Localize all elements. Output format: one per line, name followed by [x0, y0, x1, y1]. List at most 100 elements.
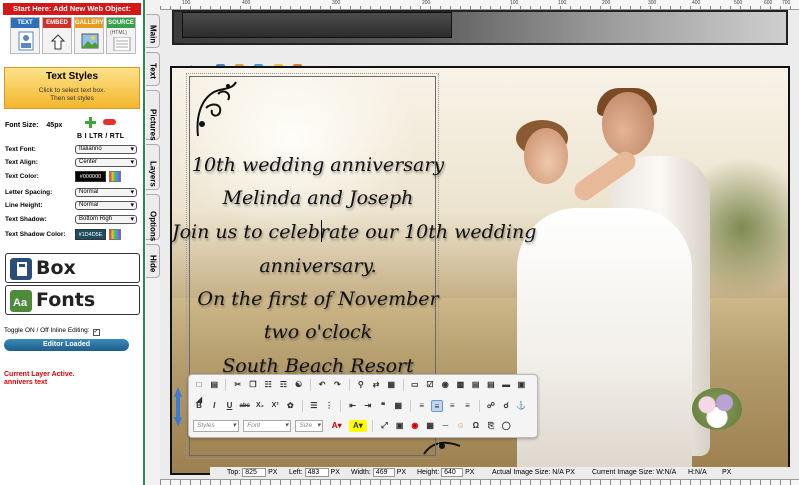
form-icon[interactable]: ▭ [409, 379, 421, 391]
underline-button[interactable]: U [223, 400, 235, 412]
previous-page-preview[interactable] [172, 10, 788, 45]
left-input[interactable]: 483 [304, 467, 329, 477]
toolbar-separator [409, 400, 411, 412]
source-html-caption: (HTML) [110, 30, 127, 36]
text-color-icon[interactable]: A▾ [328, 420, 346, 432]
table-icon[interactable]: ▦ [424, 420, 436, 432]
page-break-icon[interactable]: ⎘ [485, 420, 497, 432]
text-shadow-label: Text Shadow: [5, 216, 47, 223]
paste-icon[interactable]: ☷ [262, 379, 274, 391]
design-canvas: 100 400 300 200 100 100 200 300 400 500 … [160, 0, 799, 485]
source-icon[interactable]: □ [193, 379, 205, 391]
link-icon[interactable]: ☍ [485, 400, 497, 412]
textfield-icon[interactable]: ▩ [454, 379, 466, 391]
invitation-line[interactable]: two o'clock [172, 321, 464, 343]
box-button[interactable]: Box [5, 253, 140, 283]
redo-icon[interactable]: ↷ [331, 379, 343, 391]
outdent-icon[interactable]: ⇤ [347, 400, 359, 412]
numbered-list-icon[interactable]: ☰ [308, 400, 320, 412]
text-caret [321, 220, 322, 242]
find-icon[interactable]: ⚲ [355, 379, 367, 391]
italic-button[interactable]: I [208, 400, 220, 412]
size-combo[interactable]: Size [295, 420, 324, 432]
align-left-icon[interactable]: ≡ [416, 400, 428, 412]
smiley-icon[interactable]: ☺ [455, 420, 467, 432]
horizontal-rule-icon[interactable]: ─ [439, 420, 451, 432]
add-embed-button[interactable]: EMBED [42, 17, 72, 54]
add-text-button[interactable]: TEXT [10, 17, 40, 54]
background-color-icon[interactable]: A▾ [348, 420, 367, 432]
indent-icon[interactable]: ⇥ [362, 400, 374, 412]
tab-options[interactable]: Options [146, 194, 160, 241]
line-height-select[interactable]: Normal [75, 201, 137, 210]
strike-button[interactable]: abc [239, 400, 251, 412]
invitation-line[interactable]: anniversary. [172, 255, 464, 277]
special-char-icon[interactable]: Ω [470, 420, 482, 432]
iframe-icon[interactable]: ◯ [500, 420, 512, 432]
textarea-icon[interactable]: ▤ [470, 379, 482, 391]
text-color-palette-icon[interactable] [109, 171, 121, 182]
shadow-color-palette-icon[interactable] [109, 229, 121, 240]
bullet-list-icon[interactable]: ⋮ [323, 400, 335, 412]
font-combo[interactable]: Font [243, 420, 292, 432]
unlink-icon[interactable]: ☌ [500, 400, 512, 412]
maximize-icon[interactable]: ⤢ [378, 420, 390, 432]
styles-combo[interactable]: Styles [193, 420, 239, 432]
top-input[interactable]: 825 [242, 467, 267, 477]
paste-text-icon[interactable]: ☶ [277, 379, 289, 391]
text-align-select[interactable]: Center [75, 158, 137, 167]
increase-font-size-icon[interactable] [85, 117, 96, 128]
font-size-value: 45px [46, 122, 63, 129]
invitation-line[interactable]: On the first of November [172, 288, 464, 310]
copy-icon[interactable]: ❐ [247, 379, 259, 391]
inline-editing-checkbox[interactable]: ✓ [92, 329, 100, 336]
remove-format-icon[interactable]: ✿ [284, 400, 296, 412]
anchor-icon[interactable]: ⚓ [515, 400, 527, 412]
blockquote-icon[interactable]: ❝ [377, 400, 389, 412]
invitation-line[interactable]: 10th wedding anniversary [172, 154, 464, 176]
align-center-icon[interactable]: ≡ [430, 400, 443, 412]
tab-main[interactable]: Main [146, 14, 160, 48]
image-icon[interactable]: ▣ [394, 420, 406, 432]
fonts-button[interactable]: Aa Fonts [5, 285, 140, 315]
width-input[interactable]: 469 [372, 467, 395, 477]
replace-icon[interactable]: ⇄ [370, 379, 382, 391]
button-field-icon[interactable]: ▬ [500, 379, 512, 391]
text-shadow-select[interactable]: Bottom Righ [75, 215, 137, 224]
invitation-line[interactable]: Join us to celebrate our 10th wedding [172, 221, 536, 243]
save-icon[interactable]: ▤ [208, 379, 220, 391]
layer-nudge-arrows-icon[interactable] [172, 385, 184, 429]
top-label: Top: [227, 469, 241, 476]
image-button-icon[interactable]: ▣ [515, 379, 527, 391]
tab-pictures[interactable]: Pictures [146, 90, 160, 141]
decrease-font-size-icon[interactable] [103, 119, 116, 125]
cut-icon[interactable]: ✂ [232, 379, 244, 391]
checkbox-icon[interactable]: ☑ [424, 379, 436, 391]
align-justify-icon[interactable]: ≡ [461, 400, 473, 412]
align-right-icon[interactable]: ≡ [446, 400, 458, 412]
height-input[interactable]: 640 [441, 467, 464, 477]
text-font-select[interactable]: Italianno [75, 145, 137, 154]
bold-button[interactable]: B [193, 400, 205, 412]
bold-italic-direction-controls[interactable]: B I LTR / RTL [77, 133, 124, 140]
add-gallery-button[interactable]: GALLERY [74, 17, 104, 54]
height-unit: PX [465, 469, 475, 476]
add-source-button[interactable]: SOURCE (HTML) [106, 17, 136, 54]
undo-icon[interactable]: ↶ [316, 379, 328, 391]
subscript-button[interactable]: X₂ [254, 400, 266, 412]
text-color-swatch[interactable]: #000000 [75, 171, 106, 182]
radio-icon[interactable]: ◉ [439, 379, 451, 391]
paste-word-icon[interactable]: ☯ [293, 379, 305, 391]
select-field-icon[interactable]: ▤ [485, 379, 497, 391]
invitation-line[interactable]: Melinda and Joseph [172, 187, 464, 209]
layer-geometry-status-bar: Top: 825 PX Left: 483 PX Width: 469 PX H… [210, 467, 799, 479]
tab-text[interactable]: Text [146, 52, 160, 86]
tab-layers[interactable]: Layers [146, 144, 160, 190]
tab-hide[interactable]: Hide [146, 244, 160, 278]
div-icon[interactable]: ▦ [392, 400, 404, 412]
superscript-button[interactable]: X² [269, 400, 281, 412]
letter-spacing-select[interactable]: Normal [75, 188, 137, 197]
text-shadow-color-swatch[interactable]: #1D4D5E [75, 229, 106, 240]
select-all-icon[interactable]: ▦ [385, 379, 397, 391]
flash-icon[interactable]: ◉ [409, 420, 421, 432]
